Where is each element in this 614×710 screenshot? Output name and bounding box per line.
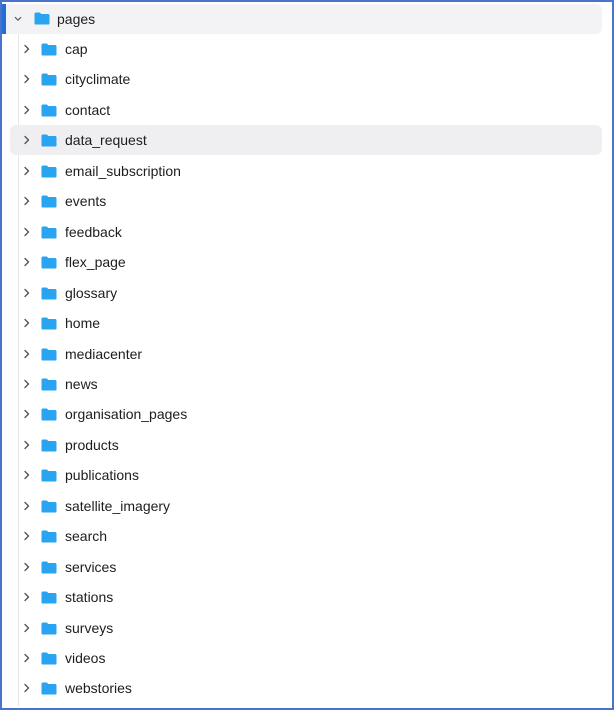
folder-icon: [41, 378, 57, 391]
tree-item[interactable]: webstories: [10, 673, 602, 703]
tree-item-label: news: [65, 376, 98, 392]
tree-item[interactable]: contact: [10, 95, 602, 125]
tree-item-label: mediacenter: [65, 346, 143, 362]
folder-icon: [41, 500, 57, 513]
tree-item-label: cap: [65, 41, 88, 57]
folder-icon: [34, 12, 50, 25]
tree-item[interactable]: flex_page: [10, 247, 602, 277]
chevron-right-icon[interactable]: [23, 196, 31, 206]
tree-item[interactable]: stations: [10, 582, 602, 612]
folder-icon: [41, 682, 57, 695]
chevron-right-icon[interactable]: [23, 318, 31, 328]
active-indicator: [2, 4, 6, 34]
tree-item[interactable]: cap: [10, 34, 602, 64]
tree-item-label: feedback: [65, 224, 122, 240]
chevron-right-icon[interactable]: [23, 501, 31, 511]
tree-item[interactable]: feedback: [10, 217, 602, 247]
tree-item[interactable]: publications: [10, 460, 602, 490]
tree-item[interactable]: events: [10, 186, 602, 216]
tree-item-label: surveys: [65, 620, 114, 636]
tree-item-label: glossary: [65, 285, 118, 301]
tree-item-label: email_subscription: [65, 163, 181, 179]
tree-item[interactable]: videos: [10, 643, 602, 673]
folder-icon: [41, 439, 57, 452]
tree-item[interactable]: surveys: [10, 613, 602, 643]
folder-icon: [41, 134, 57, 147]
tree-item-label: home: [65, 315, 101, 331]
folder-icon: [41, 652, 57, 665]
chevron-right-icon[interactable]: [23, 470, 31, 480]
folder-icon: [41, 408, 57, 421]
chevron-right-icon[interactable]: [23, 623, 31, 633]
chevron-right-icon[interactable]: [23, 592, 31, 602]
tree-item[interactable]: glossary: [10, 278, 602, 308]
folder-icon: [41, 256, 57, 269]
tree-item[interactable]: news: [10, 369, 602, 399]
chevron-right-icon[interactable]: [23, 379, 31, 389]
chevron-right-icon[interactable]: [23, 653, 31, 663]
chevron-right-icon[interactable]: [23, 288, 31, 298]
tree-item[interactable]: home: [10, 308, 602, 338]
tree-item-label: publications: [65, 467, 139, 483]
tree-item[interactable]: organisation_pages: [10, 399, 602, 429]
folder-icon: [41, 348, 57, 361]
tree-item[interactable]: search: [10, 521, 602, 551]
folder-icon: [41, 287, 57, 300]
folder-icon: [41, 104, 57, 117]
tree-item-label: products: [65, 437, 119, 453]
chevron-right-icon[interactable]: [23, 105, 31, 115]
folder-icon: [41, 561, 57, 574]
folder-icon: [41, 73, 57, 86]
chevron-right-icon[interactable]: [23, 349, 31, 359]
tree-item-label: cityclimate: [65, 71, 131, 87]
chevron-right-icon[interactable]: [23, 166, 31, 176]
folder-icon: [41, 530, 57, 543]
tree-item-label: videos: [65, 650, 106, 666]
chevron-right-icon[interactable]: [23, 440, 31, 450]
folder-icon: [41, 591, 57, 604]
folder-icon: [41, 317, 57, 330]
chevron-down-icon[interactable]: [14, 15, 22, 23]
chevron-right-icon[interactable]: [23, 135, 31, 145]
tree-item-label: search: [65, 528, 108, 544]
tree-root-row[interactable]: pages: [2, 4, 602, 34]
tree-item[interactable]: email_subscription: [10, 156, 602, 186]
tree-item[interactable]: mediacenter: [10, 339, 602, 369]
tree-item-label: stations: [65, 589, 114, 605]
folder-icon: [41, 622, 57, 635]
tree-item-label: events: [65, 193, 107, 209]
chevron-right-icon[interactable]: [23, 257, 31, 267]
chevron-right-icon[interactable]: [23, 683, 31, 693]
tree-root-label: pages: [57, 11, 96, 27]
tree-item[interactable]: services: [10, 552, 602, 582]
folder-icon: [41, 226, 57, 239]
tree-item[interactable]: data_request: [10, 125, 602, 155]
tree-item-label: flex_page: [65, 254, 126, 270]
tree-item-label: webstories: [65, 680, 132, 696]
folder-icon: [41, 469, 57, 482]
tree-item-label: satellite_imagery: [65, 498, 171, 514]
tree-item-label: contact: [65, 102, 111, 118]
chevron-right-icon[interactable]: [23, 44, 31, 54]
chevron-right-icon[interactable]: [23, 531, 31, 541]
tree-item[interactable]: satellite_imagery: [10, 491, 602, 521]
folder-icon: [41, 195, 57, 208]
chevron-right-icon[interactable]: [23, 562, 31, 572]
tree-item[interactable]: cityclimate: [10, 64, 602, 94]
file-tree-panel: pages cap cityclimate contact data_requeste…: [0, 0, 614, 710]
folder-icon: [41, 43, 57, 56]
chevron-right-icon[interactable]: [23, 227, 31, 237]
tree-item-label: organisation_pages: [65, 406, 188, 422]
tree-item-label: data_request: [65, 132, 147, 148]
folder-icon: [41, 165, 57, 178]
chevron-right-icon[interactable]: [23, 74, 31, 84]
chevron-right-icon[interactable]: [23, 409, 31, 419]
tree-item[interactable]: products: [10, 430, 602, 460]
tree-item-label: services: [65, 559, 117, 575]
